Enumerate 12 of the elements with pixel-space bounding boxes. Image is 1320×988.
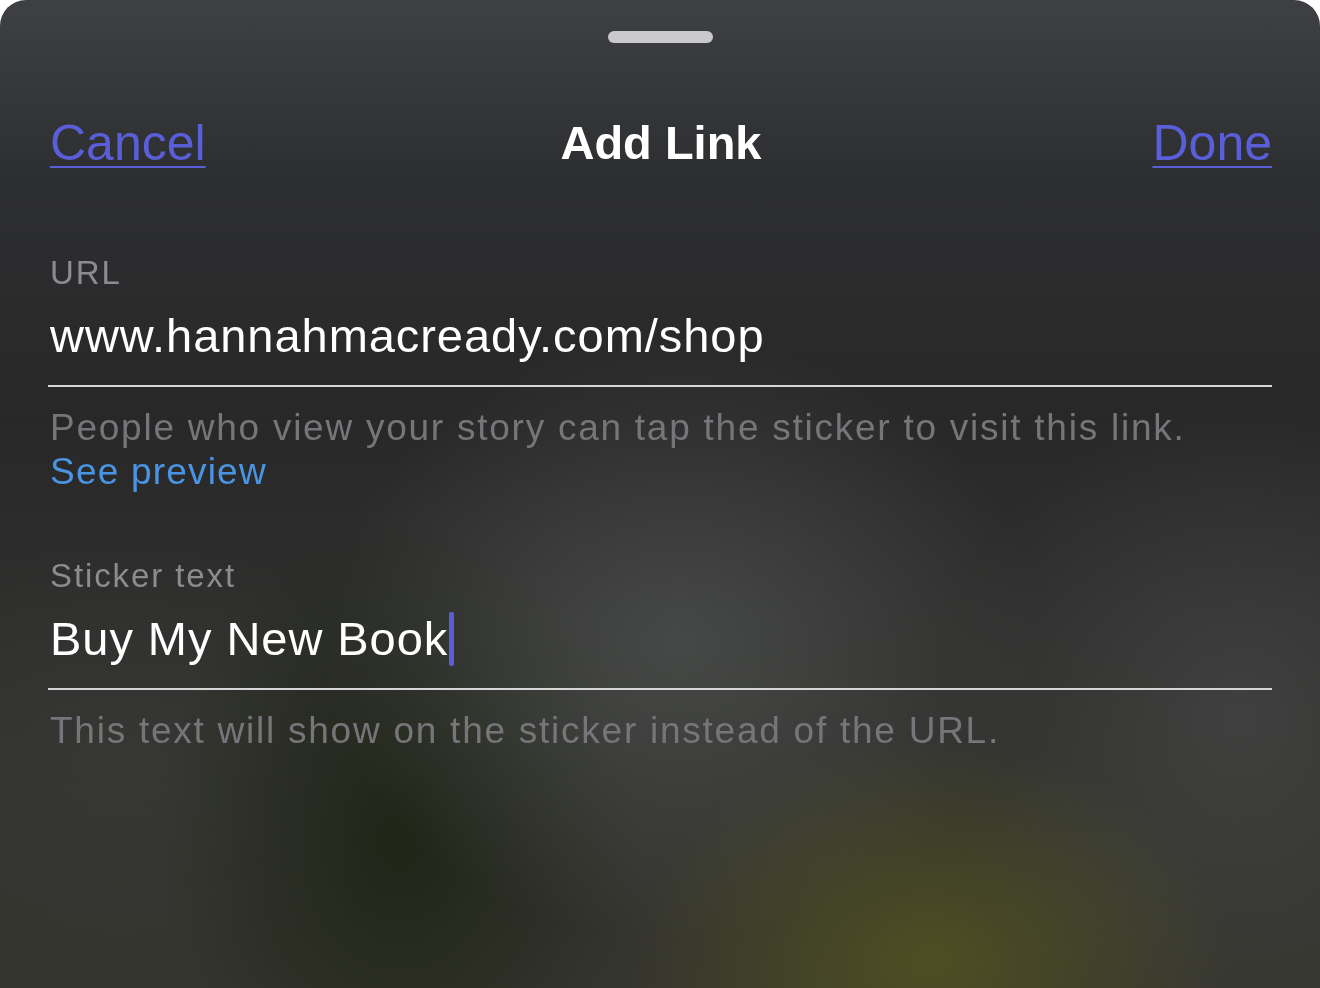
done-link[interactable]: Done [1152,115,1272,171]
cancel-link[interactable]: Cancel [50,115,206,171]
field-label: Sticker text [49,558,236,594]
help-text: People who view your story can tap the sticker to visit this link. [49,406,1186,450]
preview-link[interactable]: See preview [48,449,267,495]
text-cursor-icon [449,612,455,666]
sheet-title: Add Link [560,115,762,171]
drag-handle[interactable] [607,31,713,43]
help-text: This text will show on the sticker instead of the URL. [49,709,1000,753]
field-label: URL [49,255,122,291]
input-field[interactable]: www.hannahmacready.com/shop [48,308,1272,387]
input-field[interactable]: Buy My New Book [48,611,1272,690]
